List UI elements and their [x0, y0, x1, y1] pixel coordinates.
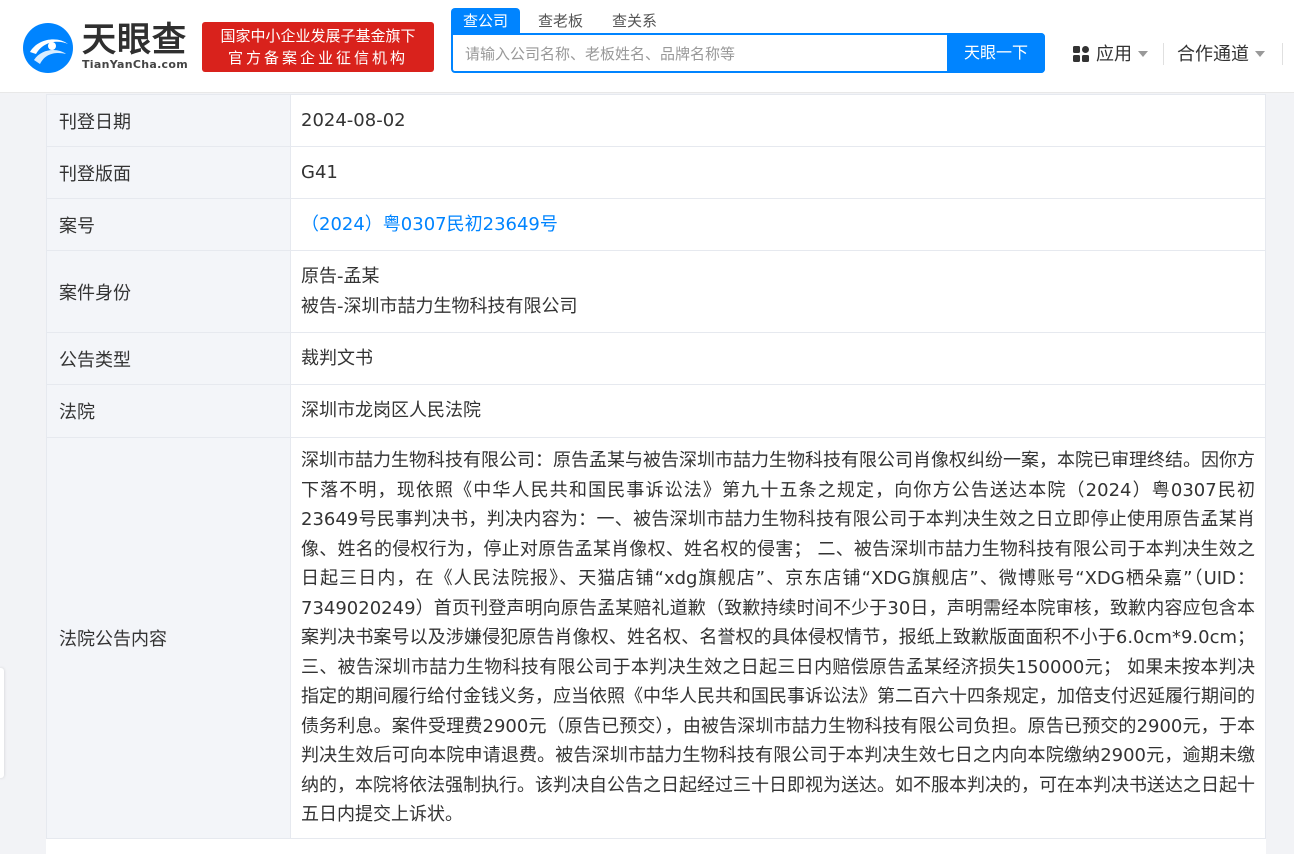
search-input[interactable]: [463, 35, 947, 73]
field-label: 案件身份: [46, 250, 291, 333]
table-row: 案号 （2024）粤0307民初23649号: [46, 198, 1266, 251]
tab-boss[interactable]: 查老板: [538, 8, 583, 34]
field-label: 刊登日期: [46, 94, 291, 147]
field-label: 法院: [46, 384, 291, 438]
plaintiff-value: 原告-孟某: [301, 265, 380, 287]
badge-line-1: 国家中小企业发展子基金旗下: [220, 27, 416, 45]
nav-divider: [1282, 43, 1283, 65]
tab-company[interactable]: 查公司: [451, 8, 521, 34]
table-row: 公告类型 裁判文书: [46, 332, 1266, 385]
defendant-value: 被告-深圳市喆力生物科技有限公司: [301, 295, 578, 317]
badge-line-2: 官方备案企业征信机构: [227, 49, 408, 67]
nav-cooperation[interactable]: 合作通道: [1177, 40, 1265, 66]
top-header: 天眼查 TianYanCha.com 国家中小企业发展子基金旗下 官方备案企业征…: [0, 0, 1294, 93]
publish-page-value: G41: [290, 146, 1266, 199]
table-row: 刊登日期 2024-08-02: [46, 94, 1266, 147]
announcement-detail-panel: 刊登日期 2024-08-02 刊登版面 G41 案号 （2024）粤0307民…: [46, 94, 1266, 854]
table-row: 刊登版面 G41: [46, 146, 1266, 199]
side-float-tab[interactable]: [0, 668, 4, 778]
logo-name: 天眼查: [82, 20, 187, 60]
logo-eye-icon: [23, 23, 73, 73]
nav-cooperation-label: 合作通道: [1177, 44, 1249, 65]
table-row: 法院 深圳市龙岗区人民法院: [46, 384, 1266, 438]
logo-domain: TianYanCha.com: [82, 58, 188, 71]
announcement-content-value: 深圳市喆力生物科技有限公司：原告孟某与被告深圳市喆力生物科技有限公司肖像权纠纷一…: [290, 437, 1266, 839]
field-label: 案号: [46, 198, 291, 251]
table-row: 案件身份 原告-孟某 被告-深圳市喆力生物科技有限公司: [46, 250, 1266, 333]
apps-grid-icon: [1073, 46, 1089, 62]
chevron-down-icon: [1138, 51, 1148, 57]
announcement-type-value: 裁判文书: [290, 332, 1266, 385]
table-row: 法院公告内容 深圳市喆力生物科技有限公司：原告孟某与被告深圳市喆力生物科技有限公…: [46, 437, 1266, 839]
search-button[interactable]: 天眼一下: [947, 33, 1045, 73]
case-parties-value: 原告-孟某 被告-深圳市喆力生物科技有限公司: [290, 250, 1266, 333]
chevron-down-icon: [1255, 51, 1265, 57]
official-badge: 国家中小企业发展子基金旗下 官方备案企业征信机构: [202, 22, 434, 72]
tab-relation[interactable]: 查关系: [612, 8, 657, 34]
case-number-link[interactable]: （2024）粤0307民初23649号: [290, 198, 1266, 251]
field-label: 公告类型: [46, 332, 291, 385]
nav-apps-label: 应用: [1096, 44, 1132, 65]
field-label: 刊登版面: [46, 146, 291, 199]
nav-divider: [1163, 43, 1164, 65]
publish-date-value: 2024-08-02: [290, 94, 1266, 147]
announcement-detail-table: 刊登日期 2024-08-02 刊登版面 G41 案号 （2024）粤0307民…: [46, 94, 1266, 839]
court-value: 深圳市龙岗区人民法院: [290, 384, 1266, 438]
search-box: 天眼一下: [451, 33, 1045, 73]
site-logo[interactable]: 天眼查 TianYanCha.com: [22, 20, 192, 74]
nav-apps[interactable]: 应用: [1072, 40, 1148, 66]
field-label: 法院公告内容: [46, 437, 291, 839]
